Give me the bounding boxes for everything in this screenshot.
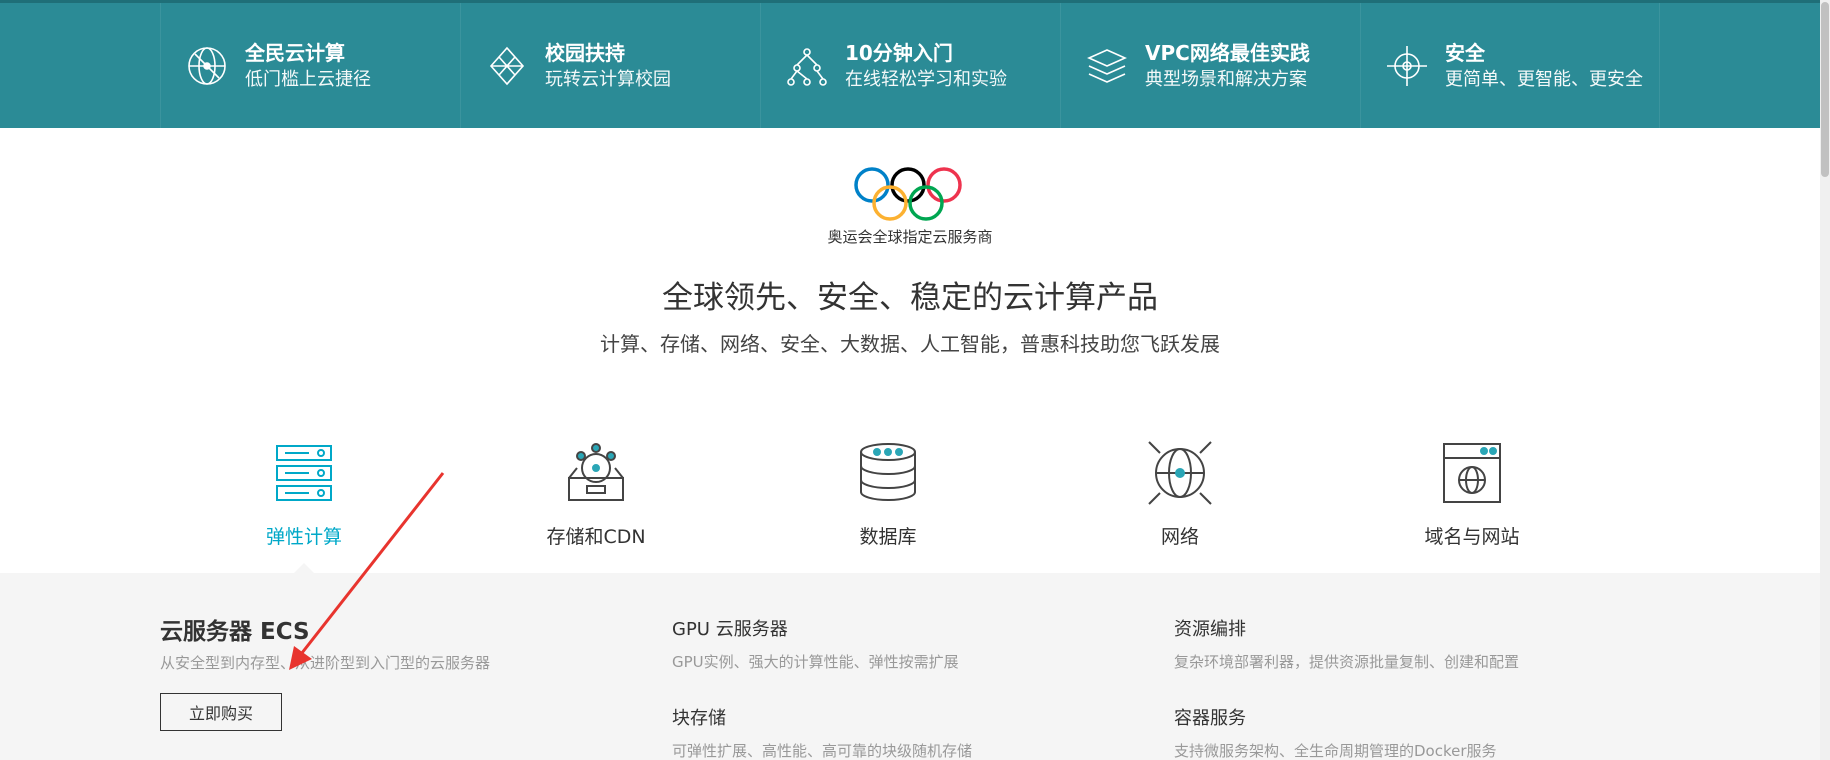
featured-product-description: 从安全型到内存型、从进阶型到入门型的云服务器 xyxy=(160,654,491,672)
banner-item-subtitle: 典型场景和解决方案 xyxy=(1145,68,1307,90)
product-item-container[interactable]: 容器服务 支持微服务架构、全生命周期管理的Docker服务 xyxy=(1174,704,1497,760)
banner-items: 全民云计算 低门槛上云捷径 校园扶持 玩转云计算校园 10分钟入门 在线轻松学习… xyxy=(160,3,1660,128)
banner-item-vpc[interactable]: VPC网络最佳实践 典型场景和解决方案 xyxy=(1060,3,1360,128)
product-title: 容器服务 xyxy=(1174,708,1246,729)
database-icon xyxy=(860,443,916,501)
tab-label: 数据库 xyxy=(859,526,917,548)
banner-item-subtitle: 更简单、更智能、更安全 xyxy=(1445,68,1643,90)
vertical-scrollbar[interactable] xyxy=(1820,0,1830,760)
banner-item-subtitle: 低门槛上云捷径 xyxy=(245,68,371,90)
tab-elastic-computing[interactable]: 弹性计算 xyxy=(158,440,450,573)
layers-network-icon xyxy=(1087,48,1127,83)
tab-database[interactable]: 数据库 xyxy=(742,440,1034,573)
product-description: GPU实例、强大的计算性能、弹性按需扩展 xyxy=(672,653,959,671)
banner-item-security[interactable]: 安全 更简单、更智能、更安全 xyxy=(1360,3,1660,128)
product-title: GPU 云服务器 xyxy=(672,619,788,640)
banner-item-cloud-computing[interactable]: 全民云计算 低门槛上云捷径 xyxy=(160,3,460,128)
product-category-tabs: 弹性计算 存储和CDN 数据库 网络 域名与网站 xyxy=(158,440,1618,573)
globe-network-icon xyxy=(188,46,226,85)
top-banner: 全民云计算 低门槛上云捷径 校园扶持 玩转云计算校园 10分钟入门 在线轻松学习… xyxy=(0,0,1820,128)
banner-item-title: 校园扶持 xyxy=(545,40,625,65)
banner-item-title: VPC网络最佳实践 xyxy=(1145,40,1310,65)
server-rack-icon xyxy=(276,445,332,501)
banner-item-campus[interactable]: 校园扶持 玩转云计算校园 xyxy=(460,3,760,128)
product-title: 资源编排 xyxy=(1174,619,1246,640)
banner-item-quickstart[interactable]: 10分钟入门 在线轻松学习和实验 xyxy=(760,3,1060,128)
banner-item-subtitle: 在线轻松学习和实验 xyxy=(845,68,1007,90)
olympic-rings-logo xyxy=(854,167,962,221)
banner-item-subtitle: 玩转云计算校园 xyxy=(545,68,671,90)
banner-item-title: 10分钟入门 xyxy=(845,40,953,65)
product-item-gpu[interactable]: GPU 云服务器 GPU实例、强大的计算性能、弹性按需扩展 xyxy=(672,615,959,672)
shield-sphere-icon xyxy=(1387,45,1427,86)
product-description: 可弹性扩展、高性能、高可靠的块级随机存储 xyxy=(672,742,973,760)
network-globe-icon xyxy=(1148,441,1212,505)
buy-now-button[interactable]: 立即购买 xyxy=(160,693,282,731)
sponsor-caption: 奥运会全球指定云服务商 xyxy=(827,228,993,246)
featured-product-title[interactable]: 云服务器 ECS xyxy=(160,612,310,646)
tab-label: 存储和CDN xyxy=(546,526,646,548)
tree-nodes-icon xyxy=(787,47,827,86)
product-description: 支持微服务架构、全生命周期管理的Docker服务 xyxy=(1174,742,1497,760)
tab-label: 弹性计算 xyxy=(265,526,342,548)
tab-label: 域名与网站 xyxy=(1424,526,1520,548)
tab-network[interactable]: 网络 xyxy=(1034,440,1326,573)
product-title: 块存储 xyxy=(672,708,726,729)
tab-label: 网络 xyxy=(1160,526,1199,548)
product-item-block-storage[interactable]: 块存储 可弹性扩展、高性能、高可靠的块级随机存储 xyxy=(672,704,972,760)
hero-subtitle: 计算、存储、网络、安全、大数据、人工智能，普惠科技助您飞跃发展 xyxy=(600,332,1220,356)
tab-storage-cdn[interactable]: 存储和CDN xyxy=(450,440,742,573)
banner-item-title: 安全 xyxy=(1445,40,1485,65)
storage-disk-icon xyxy=(568,443,624,501)
hero-title: 全球领先、安全、稳定的云计算产品 xyxy=(662,280,1158,316)
scrollbar-thumb[interactable] xyxy=(1821,2,1829,177)
active-tab-pointer xyxy=(294,563,314,573)
diamond-network-icon xyxy=(489,46,525,85)
banner-item-title: 全民云计算 xyxy=(245,40,345,65)
website-globe-icon xyxy=(1443,443,1501,503)
tab-domain-website[interactable]: 域名与网站 xyxy=(1326,440,1618,573)
product-description: 复杂环境部署利器，提供资源批量复制、创建和配置 xyxy=(1174,653,1520,671)
product-item-orchestration[interactable]: 资源编排 复杂环境部署利器，提供资源批量复制、创建和配置 xyxy=(1174,615,1519,672)
